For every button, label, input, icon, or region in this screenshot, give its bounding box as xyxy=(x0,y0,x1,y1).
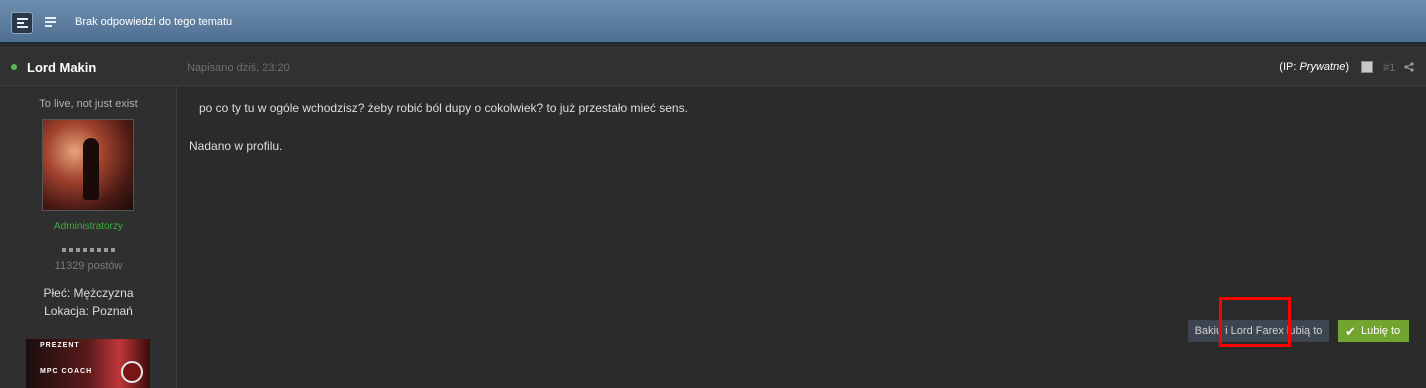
list-view-icon xyxy=(45,17,56,28)
ip-value: Prywatne xyxy=(1299,61,1346,73)
like-button[interactable]: ✔ Lubię to xyxy=(1338,320,1409,342)
post-date: Napisano dziś, 23:20 xyxy=(187,62,290,74)
author-name[interactable]: Lord Makin xyxy=(27,60,96,75)
badge-emblem-icon xyxy=(121,361,143,383)
like-button-label: Lubię to xyxy=(1361,325,1401,337)
profile-badge: PREZENT MPC COACH xyxy=(26,339,150,388)
badge-line1: PREZENT xyxy=(40,342,80,349)
post-signature: Nadano w profilu. xyxy=(189,139,283,153)
list-view-button[interactable] xyxy=(40,12,62,34)
highlight-box xyxy=(1219,297,1291,347)
post-header: Lord Makin Napisano dziś, 23:20 (IP: Pry… xyxy=(0,48,1426,86)
full-view-icon xyxy=(17,18,28,29)
post-select-checkbox[interactable] xyxy=(1361,61,1373,73)
rank-pips xyxy=(59,241,121,252)
share-icon[interactable] xyxy=(1404,62,1414,72)
checkmark-icon: ✔ xyxy=(1345,324,1356,339)
post-content-line: po co ty tu w ogóle wchodzisz? żeby robi… xyxy=(199,101,688,115)
post: Lord Makin Napisano dziś, 23:20 (IP: Pry… xyxy=(0,47,1426,388)
ip-info: (IP: Prywatne) xyxy=(1279,61,1349,73)
location-field: Lokacja: Poznań xyxy=(44,304,133,318)
full-view-button[interactable] xyxy=(11,12,33,34)
post-count: 11329 postów xyxy=(54,260,123,272)
user-group: Administratorzy xyxy=(54,221,123,232)
avatar[interactable] xyxy=(42,119,134,211)
online-status-icon xyxy=(11,64,17,70)
topic-status-text: Brak odpowiedzi do tego tematu xyxy=(75,16,233,28)
gender-field: Płeć: Mężczyzna xyxy=(43,286,134,300)
post-number[interactable]: #1 xyxy=(1383,62,1395,74)
author-tagline: To live, not just exist xyxy=(39,98,138,110)
topic-toolbar: Brak odpowiedzi do tego tematu xyxy=(0,0,1426,44)
author-panel: To live, not just exist Administratorzy … xyxy=(0,86,177,388)
badge-line2: MPC COACH xyxy=(40,368,93,375)
